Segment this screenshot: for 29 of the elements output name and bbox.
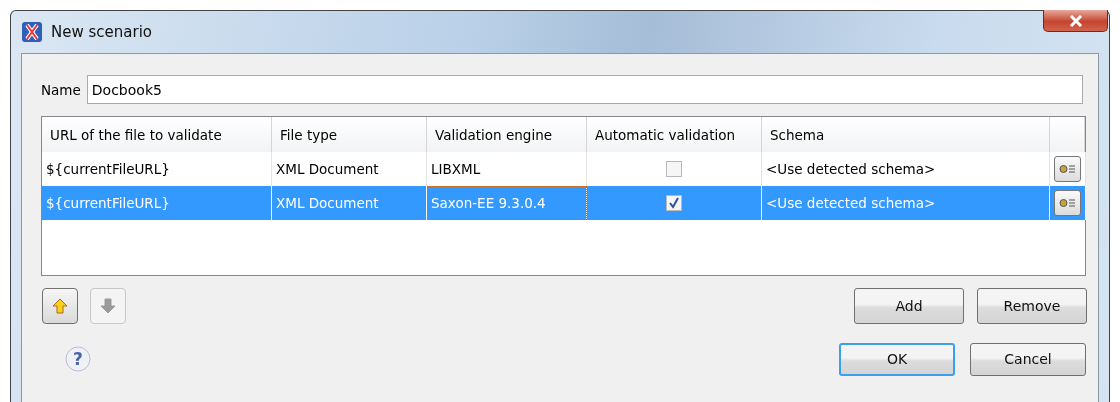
close-icon	[1068, 14, 1083, 27]
up-arrow-icon	[51, 297, 69, 315]
table-action-button[interactable]: Remove	[977, 288, 1087, 324]
table-cell: ${currentFileURL}	[42, 186, 272, 220]
table-cell: Saxon-EE 9.3.0.4	[427, 186, 587, 220]
dialog-button[interactable]: OK	[839, 342, 955, 376]
column-header[interactable]: Schema	[762, 117, 1050, 152]
close-button[interactable]	[1043, 10, 1108, 32]
name-label: Name	[41, 81, 81, 98]
column-header[interactable]: URL of the file to validate	[42, 117, 272, 152]
dialog-button[interactable]: Cancel	[970, 342, 1086, 376]
column-header[interactable]: Validation engine	[427, 117, 587, 152]
table-action-button[interactable]: Add	[854, 288, 964, 324]
schema-picker-button[interactable]	[1054, 190, 1081, 216]
help-icon[interactable]: ?	[65, 346, 91, 372]
checkbox[interactable]	[666, 161, 682, 177]
table-cell: <Use detected schema>	[762, 186, 1050, 220]
app-logo-icon	[21, 21, 43, 43]
down-arrow-icon	[99, 297, 117, 315]
table-cell: XML Document	[272, 186, 427, 220]
window-title: New scenario	[51, 23, 152, 41]
name-field[interactable]: Docbook5	[86, 75, 1083, 104]
column-header[interactable]: File type	[272, 117, 427, 152]
column-header[interactable]: Automatic validation	[587, 117, 762, 152]
checkbox[interactable]	[666, 195, 682, 211]
schema-picker-button[interactable]	[1054, 156, 1081, 182]
move-up-button[interactable]	[42, 288, 78, 324]
list-icon	[1059, 198, 1076, 208]
list-icon	[1059, 164, 1076, 174]
